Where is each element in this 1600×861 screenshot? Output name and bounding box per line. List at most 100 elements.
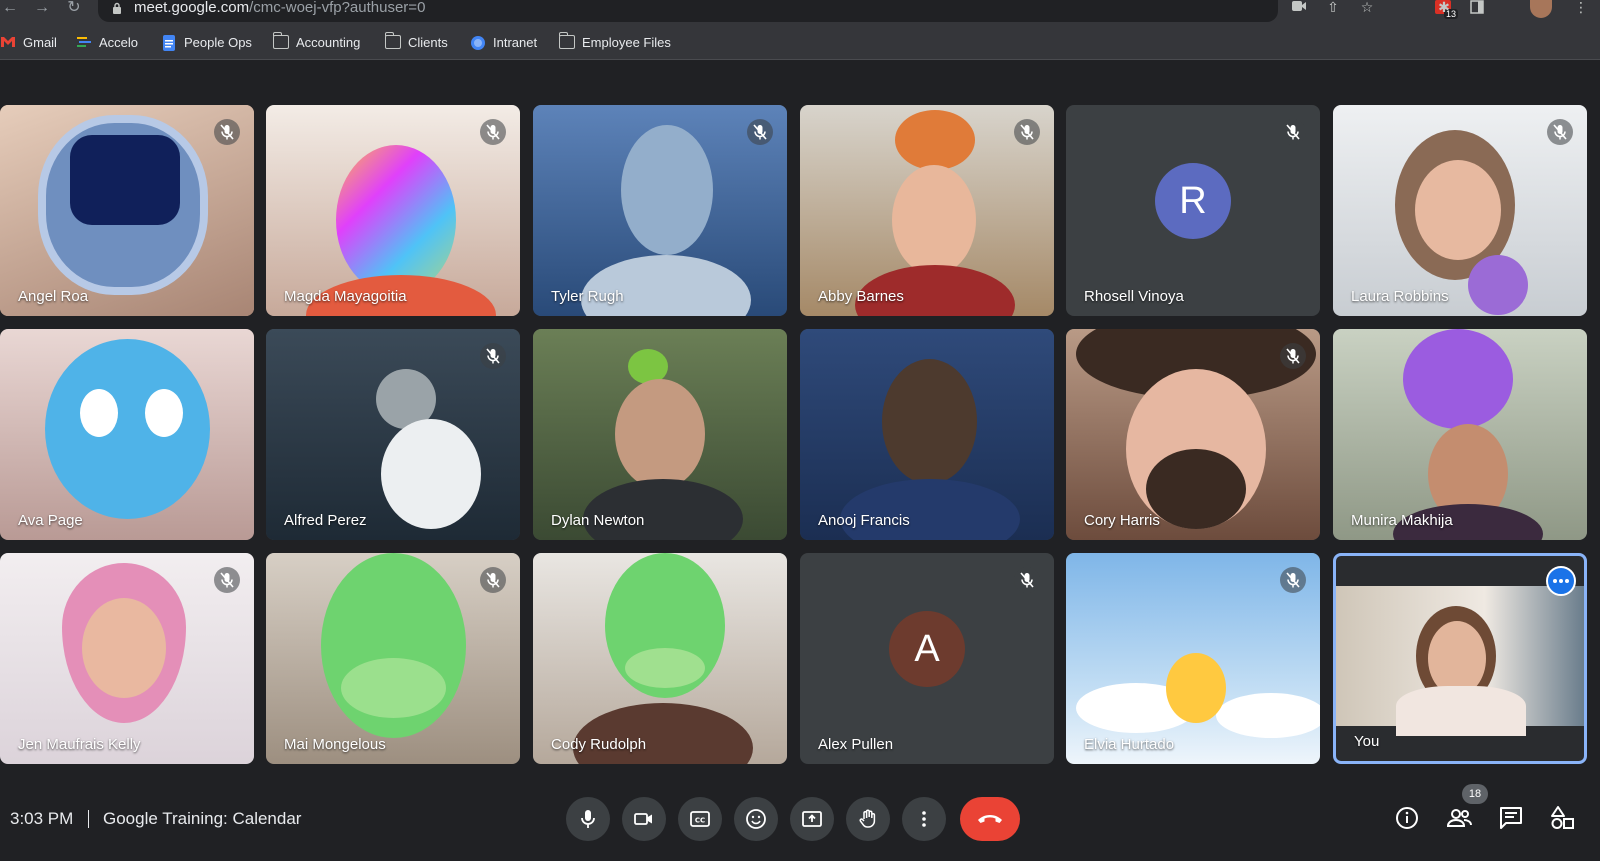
participant-name: Angel Roa xyxy=(18,288,89,305)
bookmark-label: People Ops xyxy=(184,34,252,50)
divider xyxy=(88,810,89,828)
present-screen-button[interactable] xyxy=(790,797,834,841)
microphone-button[interactable] xyxy=(566,797,610,841)
participant-tile[interactable]: Cody Rudolph xyxy=(533,553,787,764)
participant-name: Mai Mongelous xyxy=(284,736,386,753)
bookmark-label: Clients xyxy=(408,34,448,50)
participant-tile[interactable]: Anooj Francis xyxy=(800,329,1054,540)
reload-icon[interactable]: ↻ xyxy=(64,0,84,20)
videocam-icon xyxy=(634,813,652,825)
participant-tile[interactable]: Laura Robbins xyxy=(1333,105,1587,316)
forward-icon[interactable]: → xyxy=(32,0,52,20)
bookmark-gmail[interactable]: Gmail xyxy=(0,33,57,51)
bookmark-intranet[interactable]: Intranet xyxy=(470,33,537,51)
more-horiz-icon xyxy=(1553,579,1569,583)
participant-name: Tyler Rugh xyxy=(551,288,624,305)
url-host: meet.google.com xyxy=(134,0,250,16)
more-options-button[interactable] xyxy=(1546,566,1576,596)
activities-icon xyxy=(1551,806,1574,829)
self-tile[interactable]: You xyxy=(1333,553,1587,764)
url-text: meet.google.com/cmc-woej-vfp?authuser=0 xyxy=(134,0,425,15)
activities-button[interactable] xyxy=(1548,803,1578,833)
leave-call-button[interactable] xyxy=(960,797,1020,841)
bookmark-people-ops[interactable]: People Ops xyxy=(161,33,252,51)
participant-name: Alfred Perez xyxy=(284,512,367,529)
participant-tile[interactable]: R Rhosell Vinoya xyxy=(1066,105,1320,316)
participant-name: Abby Barnes xyxy=(818,288,904,305)
muted-mic-icon xyxy=(1547,119,1573,145)
participant-tile[interactable]: Tyler Rugh xyxy=(533,105,787,316)
participant-name: Laura Robbins xyxy=(1351,288,1449,305)
participant-name: Cody Rudolph xyxy=(551,736,647,753)
current-time: 3:03 PM xyxy=(10,809,74,828)
profile-avatar[interactable] xyxy=(1530,0,1552,18)
gmail-icon xyxy=(0,35,16,49)
folder-icon xyxy=(558,32,575,49)
participant-tile[interactable]: Magda Mayagoitia xyxy=(266,105,520,316)
bookmark-star-icon[interactable]: ☆ xyxy=(1356,0,1378,18)
participant-tile[interactable]: Alfred Perez xyxy=(266,329,520,540)
bookmark-accounting[interactable]: Accounting xyxy=(272,32,360,51)
extensions-puzzle-icon[interactable]: ✱ xyxy=(1433,0,1455,18)
address-bar[interactable]: meet.google.com/cmc-woej-vfp?authuser=0 xyxy=(98,0,1278,22)
people-button[interactable] xyxy=(1444,803,1474,833)
bookmark-clients[interactable]: Clients xyxy=(384,32,448,51)
muted-mic-icon xyxy=(480,343,506,369)
camera-in-use-icon[interactable] xyxy=(1288,0,1310,18)
back-icon[interactable]: ← xyxy=(0,0,20,20)
participant-tile[interactable]: Elvia Hurtado xyxy=(1066,553,1320,764)
participant-name: Elvia Hurtado xyxy=(1084,736,1175,753)
meeting-title: Google Training: Calendar xyxy=(103,809,302,828)
participant-tile[interactable]: Ava Page xyxy=(0,329,254,540)
participant-tile[interactable]: Abby Barnes xyxy=(800,105,1054,316)
participant-tile[interactable]: Mai Mongelous xyxy=(266,553,520,764)
folder-icon xyxy=(272,32,289,49)
present-to-all-icon xyxy=(802,811,822,827)
participant-tile[interactable]: A Alex Pullen xyxy=(800,553,1054,764)
participant-avatar: A xyxy=(889,610,965,687)
reactions-button[interactable] xyxy=(734,797,778,841)
bookmarks-bar: Gmail Accelo People Ops Accounting Clien… xyxy=(0,22,1600,60)
participant-tile[interactable]: Munira Makhija xyxy=(1333,329,1587,540)
participant-tile[interactable]: Cory Harris xyxy=(1066,329,1320,540)
participant-name: Ava Page xyxy=(18,512,83,529)
participant-tile[interactable]: Angel Roa xyxy=(0,105,254,316)
bookmark-employee-files[interactable]: Employee Files xyxy=(558,32,671,51)
lock-icon xyxy=(113,2,121,14)
participant-name: Rhosell Vinoya xyxy=(1084,288,1184,305)
captions-button[interactable]: CC xyxy=(678,797,722,841)
svg-text:CC: CC xyxy=(695,817,705,825)
participant-tile[interactable]: Jen Maufrais Kelly xyxy=(0,553,254,764)
intranet-icon xyxy=(470,35,486,50)
participant-name: Anooj Francis xyxy=(818,512,910,529)
participant-name: Munira Makhija xyxy=(1351,512,1453,529)
participant-name: You xyxy=(1354,733,1380,750)
bookmark-label: Intranet xyxy=(493,34,538,50)
chrome-menu-icon[interactable]: ⋮ xyxy=(1570,0,1592,18)
bookmark-accelo[interactable]: Accelo xyxy=(76,33,138,51)
meeting-details-button[interactable] xyxy=(1392,803,1422,833)
info-icon xyxy=(1396,807,1418,829)
camera-button[interactable] xyxy=(622,797,666,841)
bookmark-label: Accelo xyxy=(99,34,139,50)
more-options-button[interactable] xyxy=(902,797,946,841)
mic-icon xyxy=(581,810,595,828)
bookmark-label: Gmail xyxy=(23,34,57,50)
muted-mic-icon xyxy=(1280,119,1306,145)
share-icon[interactable]: ⇧ xyxy=(1322,0,1344,18)
participant-tile[interactable]: Dylan Newton xyxy=(533,329,787,540)
chat-button[interactable] xyxy=(1496,803,1526,833)
side-panel-icon[interactable] xyxy=(1466,0,1488,18)
hand-icon xyxy=(859,809,876,828)
muted-mic-icon xyxy=(1014,567,1040,593)
muted-mic-icon xyxy=(214,567,240,593)
raise-hand-button[interactable] xyxy=(846,797,890,841)
docs-icon xyxy=(161,35,177,51)
bookmark-label: Employee Files xyxy=(582,34,671,50)
muted-mic-icon xyxy=(1280,343,1306,369)
meeting-controls-bar: 3:03 PM Google Training: Calendar CC 18 xyxy=(0,784,1600,861)
accelo-icon xyxy=(76,35,92,49)
emoji-icon xyxy=(746,809,766,829)
folder-icon xyxy=(384,32,401,49)
participant-name: Dylan Newton xyxy=(551,512,645,529)
